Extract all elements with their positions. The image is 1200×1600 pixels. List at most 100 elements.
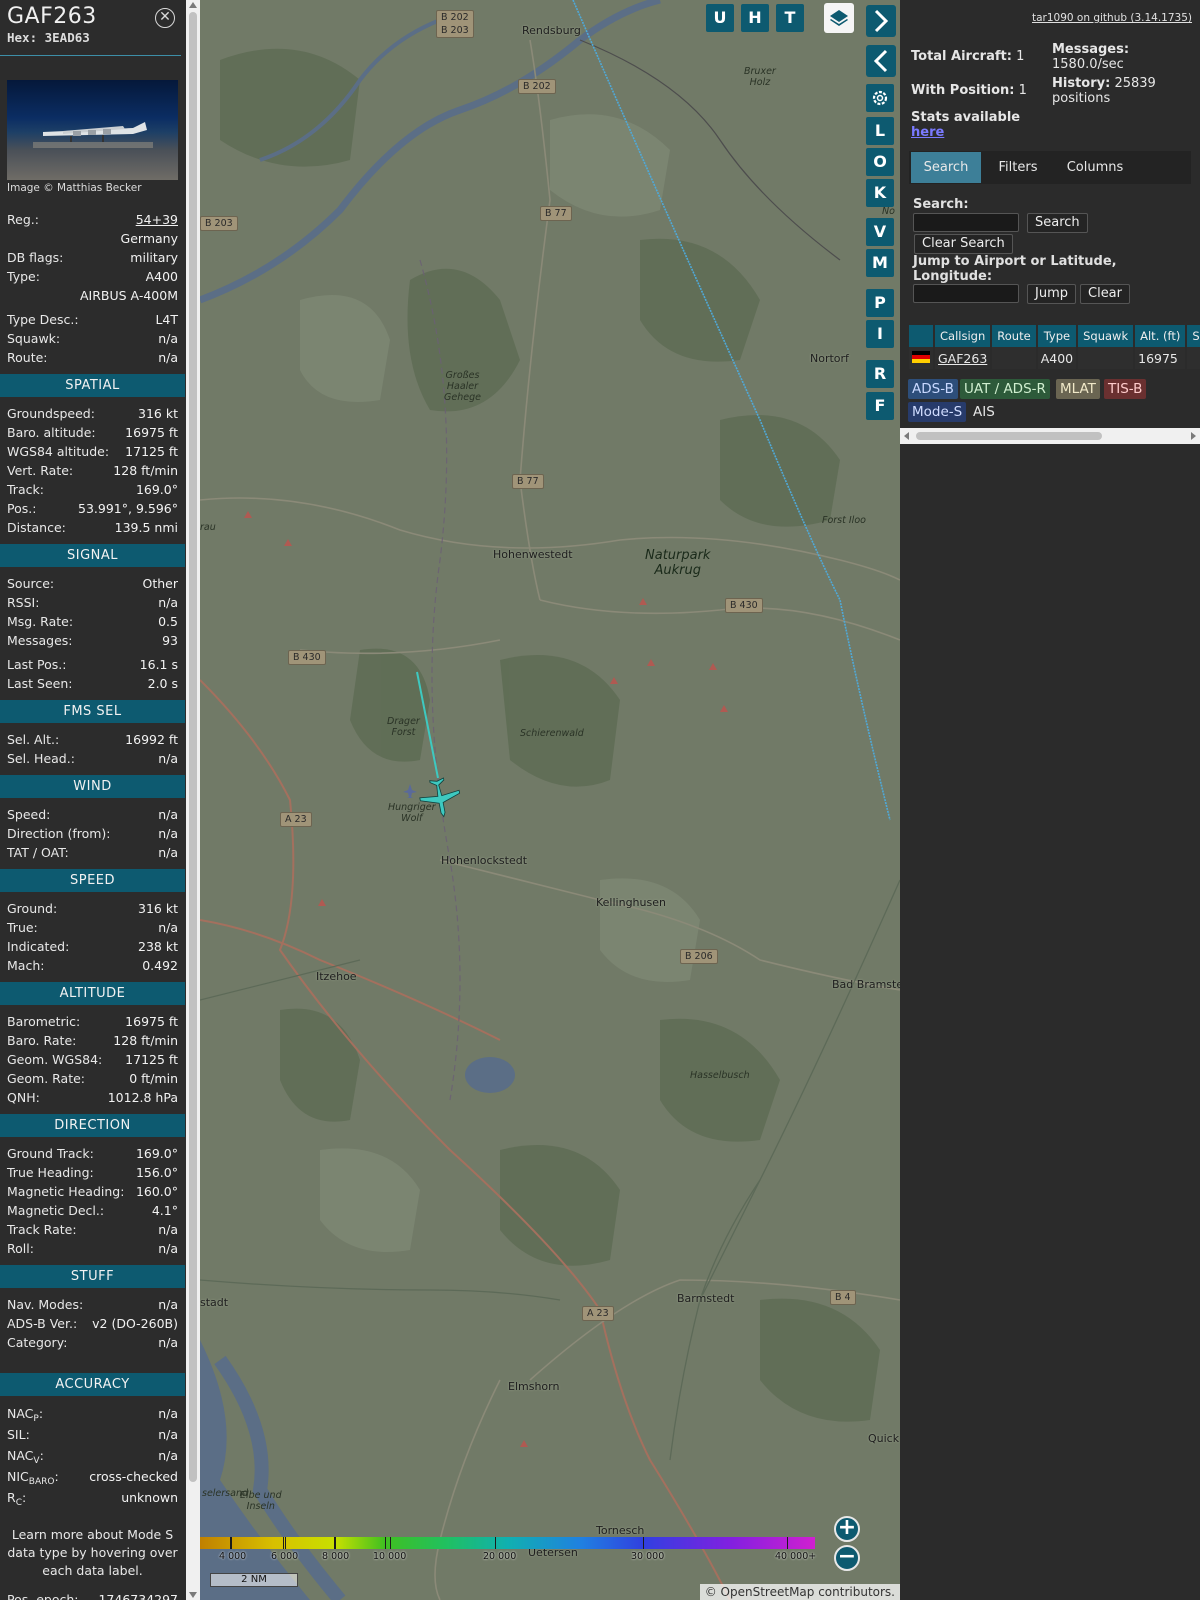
info-label[interactable]: Route:: [7, 348, 48, 367]
info-label[interactable]: RSSI:: [7, 593, 39, 612]
tab-filters[interactable]: Filters: [983, 152, 1053, 183]
info-label[interactable]: SIL:: [7, 1424, 30, 1445]
aircraft-photo[interactable]: [7, 80, 178, 180]
info-label[interactable]: Track:: [7, 480, 44, 499]
map-button-o[interactable]: O: [866, 148, 894, 176]
source-ais[interactable]: AIS: [969, 402, 999, 422]
info-label[interactable]: Messages:: [7, 631, 73, 650]
map-view[interactable]: Rendsburg Nortorf Hohenwestedt Hohenlockste…: [200, 0, 900, 1600]
info-label[interactable]: Pos.:: [7, 499, 36, 518]
map-button-v[interactable]: V: [866, 218, 894, 246]
info-label[interactable]: Msg. Rate:: [7, 612, 73, 631]
layers-button[interactable]: [824, 3, 854, 33]
info-label[interactable]: Nav. Modes:: [7, 1295, 83, 1314]
info-label[interactable]: Geom. WGS84:: [7, 1050, 102, 1069]
scroll-up-icon[interactable]: [189, 2, 197, 8]
info-label[interactable]: NACV:: [7, 1445, 44, 1466]
close-icon[interactable]: ✕: [155, 8, 175, 28]
info-label[interactable]: WGS84 altitude:: [7, 442, 109, 461]
map-button-f[interactable]: F: [866, 392, 894, 420]
column-callsign[interactable]: Callsign: [935, 325, 991, 347]
search-button[interactable]: Search: [1027, 213, 1088, 233]
info-label[interactable]: RC:: [7, 1487, 26, 1508]
source-mlat[interactable]: MLAT: [1056, 379, 1100, 399]
expand-sidebar-button[interactable]: [866, 5, 896, 37]
info-label[interactable]: Last Seen:: [7, 674, 72, 693]
jump-clear-button[interactable]: Clear: [1080, 284, 1130, 304]
info-label[interactable]: Distance:: [7, 518, 66, 537]
info-label[interactable]: NICBARO:: [7, 1466, 59, 1487]
source-modes[interactable]: Mode-S: [908, 402, 967, 422]
map-button-l[interactable]: L: [866, 117, 894, 145]
source-adsb[interactable]: ADS-B: [908, 379, 958, 399]
info-label[interactable]: ADS-B Ver.:: [7, 1314, 77, 1333]
info-label[interactable]: Category:: [7, 1333, 67, 1352]
clear-search-button[interactable]: Clear Search: [914, 234, 1013, 254]
info-label[interactable]: Sel. Head.:: [7, 749, 75, 768]
info-label[interactable]: True:: [7, 918, 38, 937]
settings-button[interactable]: [866, 84, 894, 112]
info-label[interactable]: Squawk:: [7, 329, 60, 348]
map-button-u[interactable]: U: [706, 4, 734, 32]
map-button-m[interactable]: M: [866, 249, 894, 277]
column-type[interactable]: Type: [1037, 325, 1077, 347]
info-label[interactable]: Geom. Rate:: [7, 1069, 85, 1088]
scroll-down-icon[interactable]: [189, 1592, 197, 1598]
source-tisb[interactable]: TIS-B: [1104, 379, 1147, 399]
info-label[interactable]: TAT / OAT:: [7, 843, 69, 862]
column-route[interactable]: Route: [992, 325, 1036, 347]
column-speed[interactable]: Spd.: [1187, 325, 1200, 347]
info-label[interactable]: Ground:: [7, 899, 57, 918]
info-label[interactable]: Magnetic Decl.:: [7, 1201, 104, 1220]
zoom-out-button[interactable]: −: [834, 1545, 860, 1571]
info-label[interactable]: Baro. altitude:: [7, 423, 96, 442]
info-label[interactable]: Sel. Alt.:: [7, 730, 59, 749]
info-label[interactable]: Speed:: [7, 805, 50, 824]
map-attribution[interactable]: © OpenStreetMap contributors.: [699, 1584, 900, 1600]
info-label[interactable]: Mach:: [7, 956, 44, 975]
version-link[interactable]: tar1090 on github (3.14.1735): [1032, 12, 1192, 24]
map-button-i[interactable]: I: [866, 320, 894, 348]
scroll-right-icon[interactable]: [1191, 432, 1196, 440]
zoom-in-button[interactable]: +: [834, 1516, 860, 1542]
info-label[interactable]: Baro. Rate:: [7, 1031, 76, 1050]
info-label[interactable]: True Heading:: [7, 1163, 94, 1182]
info-label[interactable]: Barometric:: [7, 1012, 80, 1031]
tab-columns[interactable]: Columns: [1055, 152, 1135, 183]
scroll-left-icon[interactable]: [904, 432, 909, 440]
column-altitude[interactable]: Alt. (ft): [1135, 325, 1186, 347]
table-horizontal-scrollbar[interactable]: [900, 428, 1200, 444]
info-label[interactable]: Last Pos.:: [7, 655, 66, 674]
map-button-r[interactable]: R: [866, 360, 894, 388]
info-label[interactable]: Ground Track:: [7, 1144, 94, 1163]
column-flag[interactable]: [909, 325, 933, 347]
info-label[interactable]: DB flags:: [7, 248, 63, 267]
jump-input[interactable]: [913, 284, 1019, 303]
registration-link[interactable]: 54+39: [136, 210, 178, 229]
info-label[interactable]: Magnetic Heading:: [7, 1182, 124, 1201]
info-label[interactable]: Type:: [7, 267, 40, 286]
scrollbar-thumb[interactable]: [189, 12, 197, 1482]
info-label[interactable]: Indicated:: [7, 937, 69, 956]
map-button-p[interactable]: P: [866, 289, 894, 317]
table-row[interactable]: GAF263 A400 16975: [909, 347, 1200, 369]
info-label[interactable]: QNH:: [7, 1088, 40, 1107]
info-label[interactable]: NACP:: [7, 1403, 43, 1424]
info-label[interactable]: Groundspeed:: [7, 404, 95, 423]
scrollbar-thumb[interactable]: [916, 432, 1102, 440]
tab-search[interactable]: Search: [911, 152, 981, 183]
info-label[interactable]: Direction (from):: [7, 824, 111, 843]
epoch-label[interactable]: Pos. epoch:: [7, 1590, 78, 1600]
jump-button[interactable]: Jump: [1027, 284, 1076, 304]
info-label[interactable]: Reg.:: [7, 210, 39, 229]
source-uat-adsr[interactable]: UAT / ADS-R: [960, 379, 1050, 399]
map-button-k[interactable]: K: [866, 179, 894, 207]
callsign-cell[interactable]: GAF263: [935, 347, 991, 369]
info-label[interactable]: Track Rate:: [7, 1220, 77, 1239]
search-input[interactable]: [913, 213, 1019, 232]
collapse-sidebar-button[interactable]: [866, 45, 896, 77]
info-label[interactable]: Type Desc.:: [7, 310, 79, 329]
map-button-t[interactable]: T: [776, 4, 804, 32]
info-label[interactable]: Source:: [7, 574, 54, 593]
info-label[interactable]: Vert. Rate:: [7, 461, 73, 480]
